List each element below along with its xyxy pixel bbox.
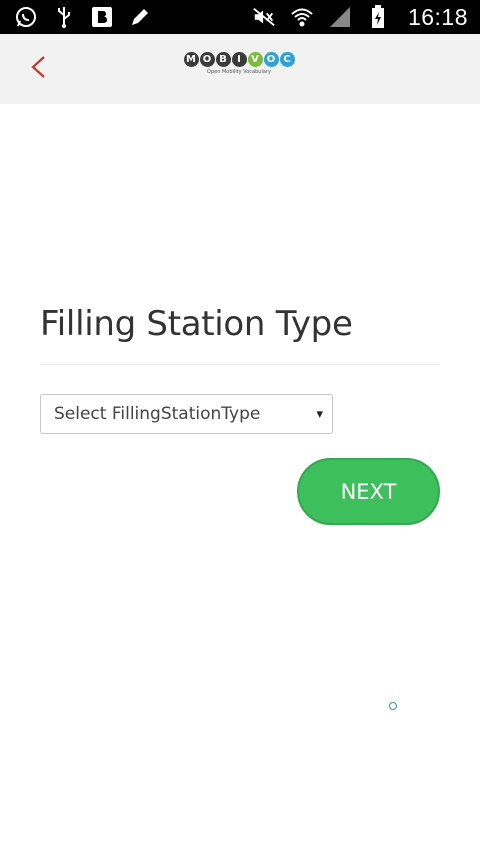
- logo-letter: B: [215, 52, 231, 67]
- back-button[interactable]: [22, 52, 54, 86]
- chevron-left-icon: [29, 54, 47, 85]
- wifi-icon: [290, 5, 314, 29]
- mute-icon: [252, 5, 276, 29]
- select-value: Select FillingStationType: [54, 404, 261, 424]
- logo-tagline: Open Mobility Vocabulary: [207, 69, 271, 75]
- signal-icon: [328, 5, 352, 29]
- next-button[interactable]: NEXT: [297, 458, 440, 525]
- page-title: Filling Station Type: [40, 304, 353, 344]
- logo-letter: O: [263, 52, 279, 67]
- usb-icon: [52, 5, 76, 29]
- logo-letter: O: [199, 52, 215, 67]
- logo-letter: C: [279, 52, 295, 67]
- status-bar-right: 16:18: [252, 4, 468, 31]
- title-divider: [40, 364, 440, 365]
- mobivoc-logo: M O B I V O C Open Mobility Vocabulary: [180, 52, 298, 86]
- logo-letter: V: [247, 52, 263, 67]
- status-bar-left: [14, 5, 152, 29]
- loading-indicator: [389, 702, 397, 710]
- pen-icon: [128, 5, 152, 29]
- caret-down-icon: ▾: [316, 406, 323, 421]
- whatsapp-icon: [14, 5, 38, 29]
- battery-icon: [366, 5, 390, 29]
- status-clock: 16:18: [407, 3, 468, 30]
- app-bar: M O B I V O C Open Mobility Vocabulary: [0, 34, 480, 104]
- logo-letter: I: [231, 52, 247, 67]
- logo-letter: M: [183, 52, 199, 67]
- filling-station-type-select[interactable]: Select FillingStationType ▾: [40, 394, 333, 434]
- logo-letters: M O B I V O C: [183, 52, 295, 67]
- blogger-icon: [90, 5, 114, 29]
- status-bar: 16:18: [0, 0, 480, 34]
